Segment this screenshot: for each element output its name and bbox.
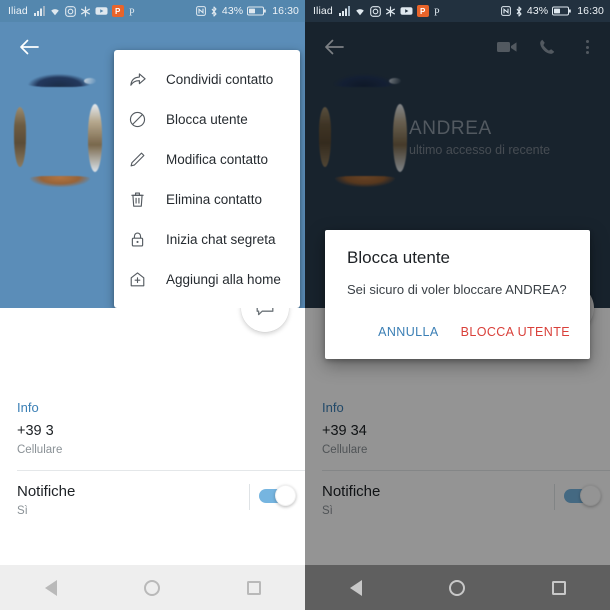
nav-back-button[interactable] [333, 565, 379, 610]
carrier-label: Iliad [8, 5, 28, 17]
pencil-icon [128, 150, 158, 169]
context-menu[interactable]: Condividi contatto Blocca utente Modific… [114, 50, 300, 308]
nav-recents-button[interactable] [231, 565, 277, 610]
clock-label: 16:30 [272, 5, 299, 17]
android-navigation-bar [0, 565, 305, 610]
phone-type-label: Cellulare [17, 444, 63, 456]
profile-header: Condividi contatto Blocca utente Modific… [0, 22, 305, 308]
menu-item-edit-contact[interactable]: Modifica contatto [114, 139, 300, 179]
dialog-title: Blocca utente [347, 248, 451, 267]
menu-item-block-user[interactable]: Blocca utente [114, 99, 300, 139]
playstore-badge-icon: P [416, 5, 429, 17]
menu-item-label: Condividi contatto [166, 71, 274, 87]
menu-item-delete-contact[interactable]: Elimina contatto [114, 179, 300, 219]
menu-item-label: Aggiungi alla home [166, 271, 281, 287]
nav-home-button[interactable] [434, 565, 480, 610]
right-phone-screen: Iliad P P 43% 16:30 ANDREA ultimo access… [305, 0, 610, 610]
back-arrow-icon[interactable] [12, 30, 46, 64]
menu-item-label: Elimina contatto [166, 191, 263, 207]
menu-item-label: Blocca utente [166, 111, 248, 127]
menu-item-add-to-home[interactable]: Aggiungi alla home [114, 259, 300, 299]
pinterest-icon: P [433, 6, 443, 17]
status-bar: Iliad P P 43% 16:30 [0, 0, 305, 22]
nfc-icon [500, 6, 511, 16]
status-bar-right-group: 43% 16:30 [500, 5, 604, 17]
bluetooth-icon [210, 5, 218, 17]
bluetooth-sharing-icon [385, 5, 396, 17]
menu-item-label: Inizia chat segreta [166, 231, 276, 247]
block-user-button[interactable]: BLOCCA UTENTE [459, 321, 572, 343]
notifications-value: Sì [17, 505, 28, 517]
left-phone-screen: Iliad P P 43% 16:30 Condividi contatto B… [0, 0, 305, 610]
instagram-icon [64, 5, 76, 17]
playstore-badge-icon: P [111, 5, 124, 17]
youtube-icon [400, 6, 413, 16]
svg-text:P: P [434, 7, 440, 17]
battery-percent-label: 43% [526, 5, 549, 17]
youtube-icon [95, 6, 108, 16]
menu-item-label: Modifica contatto [166, 151, 269, 167]
wifi-icon [354, 6, 366, 16]
android-navigation-bar [305, 565, 610, 610]
pinterest-icon: P [128, 6, 138, 17]
toggle-knob [275, 485, 296, 506]
battery-icon [247, 6, 267, 16]
wifi-icon [49, 6, 61, 16]
contact-info-panel: Info +39 3 Cellulare Notifiche Sì [0, 284, 305, 552]
block-user-dialog: Blocca utente Sei sicuro di voler blocca… [325, 230, 590, 359]
dialog-message: Sei sicuro di voler bloccare ANDREA? [347, 282, 567, 297]
status-bar-left-group: Iliad P P [313, 5, 443, 17]
toggle-divider [249, 484, 250, 510]
nfc-icon [195, 6, 206, 16]
status-bar-right-group: 43% 16:30 [195, 5, 299, 17]
nav-back-button[interactable] [28, 565, 74, 610]
status-bar: Iliad P P 43% 16:30 [305, 0, 610, 22]
phone-number-value[interactable]: +39 3 [17, 423, 54, 439]
notifications-title: Notifiche [17, 483, 76, 500]
menu-item-secret-chat[interactable]: Inizia chat segreta [114, 219, 300, 259]
carrier-label: Iliad [313, 5, 333, 17]
add-home-icon [128, 270, 158, 289]
trash-icon [128, 190, 158, 209]
section-divider [17, 470, 305, 471]
nav-home-button[interactable] [129, 565, 175, 610]
block-icon [128, 110, 158, 129]
notifications-toggle[interactable] [259, 485, 296, 506]
signal-icon [338, 6, 350, 16]
bluetooth-icon [515, 5, 523, 17]
avatar [6, 52, 111, 187]
dialog-actions: ANNULLA BLOCCA UTENTE [325, 321, 590, 355]
battery-percent-label: 43% [221, 5, 244, 17]
bluetooth-sharing-icon [80, 5, 91, 17]
instagram-icon [369, 5, 381, 17]
lock-icon [128, 230, 158, 249]
share-icon [128, 70, 158, 89]
clock-label: 16:30 [577, 5, 604, 17]
status-bar-left-group: Iliad P P [8, 5, 138, 17]
dual-screenshot-comparison: Iliad P P 43% 16:30 Condividi contatto B… [0, 0, 610, 610]
cancel-button[interactable]: ANNULLA [376, 321, 440, 343]
svg-text:P: P [129, 7, 135, 17]
menu-item-share-contact[interactable]: Condividi contatto [114, 59, 300, 99]
signal-icon [33, 6, 45, 16]
info-section-title: Info [17, 400, 39, 415]
nav-recents-button[interactable] [536, 565, 582, 610]
battery-icon [552, 6, 572, 16]
